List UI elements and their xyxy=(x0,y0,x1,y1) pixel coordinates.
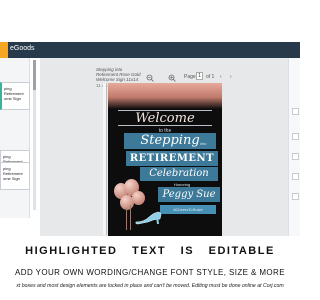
page-thumbnail[interactable]: ping Retirement ome Sign xyxy=(0,162,30,190)
brand-logo xyxy=(0,42,8,58)
caption-title: HIGHLIGHTED TEXT IS EDITABLE xyxy=(25,245,275,257)
scrollbar-thumb[interactable] xyxy=(33,60,36,90)
page-label: Page xyxy=(184,74,196,80)
high-heel-shoe-icon xyxy=(135,211,162,225)
into-text[interactable]: into xyxy=(200,141,206,146)
panel-scrollbar[interactable] xyxy=(33,60,36,210)
chevron-right-icon[interactable]: › xyxy=(230,74,232,80)
vertical-ruler xyxy=(103,83,107,235)
balloon-string xyxy=(130,205,131,230)
tool-button[interactable] xyxy=(292,133,299,140)
page-number-input[interactable]: 1 xyxy=(196,72,203,80)
balloon xyxy=(132,191,145,205)
screenshot: eGoods ping Retirement ome Sign ping Ret… xyxy=(0,0,300,300)
design-canvas-poster[interactable]: Welcome to the Stepping into RETIREMENT … xyxy=(108,83,222,236)
tool-button[interactable] xyxy=(292,108,299,115)
app-header: eGoods xyxy=(0,42,300,58)
hashtag-text[interactable]: #CheersToSusie xyxy=(160,205,216,214)
retirement-text[interactable]: RETIREMENT xyxy=(128,152,216,165)
balloon-string xyxy=(126,208,127,230)
tool-button[interactable] xyxy=(292,153,299,160)
tool-button[interactable] xyxy=(292,173,299,180)
thumbnail-label: ping Retirement ome Sign xyxy=(3,166,23,181)
caption-subtitle: ADD YOUR OWN WORDING/CHANGE FONT STYLE, … xyxy=(15,268,285,277)
file-name: Stepping into Retirement Rose Gold Welco… xyxy=(96,67,141,82)
tool-button[interactable] xyxy=(292,193,299,200)
caption-fine-print: xt boxes and most design elements are lo… xyxy=(16,283,284,289)
chevron-left-icon[interactable]: ‹ xyxy=(220,74,222,80)
rose-gold-glitter xyxy=(108,83,222,109)
right-toolbar xyxy=(288,58,300,236)
honoree-name-text[interactable]: Peggy Sue xyxy=(160,188,218,201)
page-total: of 1 xyxy=(206,74,215,80)
thumbnail-label: ping Retirement ome Sign xyxy=(4,86,24,101)
page-thumbnail[interactable]: ping Retirement ome Sign xyxy=(0,82,30,110)
celebration-text[interactable]: Celebration xyxy=(142,168,216,180)
brand-name: eGoods xyxy=(10,45,35,52)
welcome-text[interactable]: Welcome xyxy=(118,110,212,126)
pages-panel: ping Retirement ome Sign ping Retirement… xyxy=(0,58,30,218)
